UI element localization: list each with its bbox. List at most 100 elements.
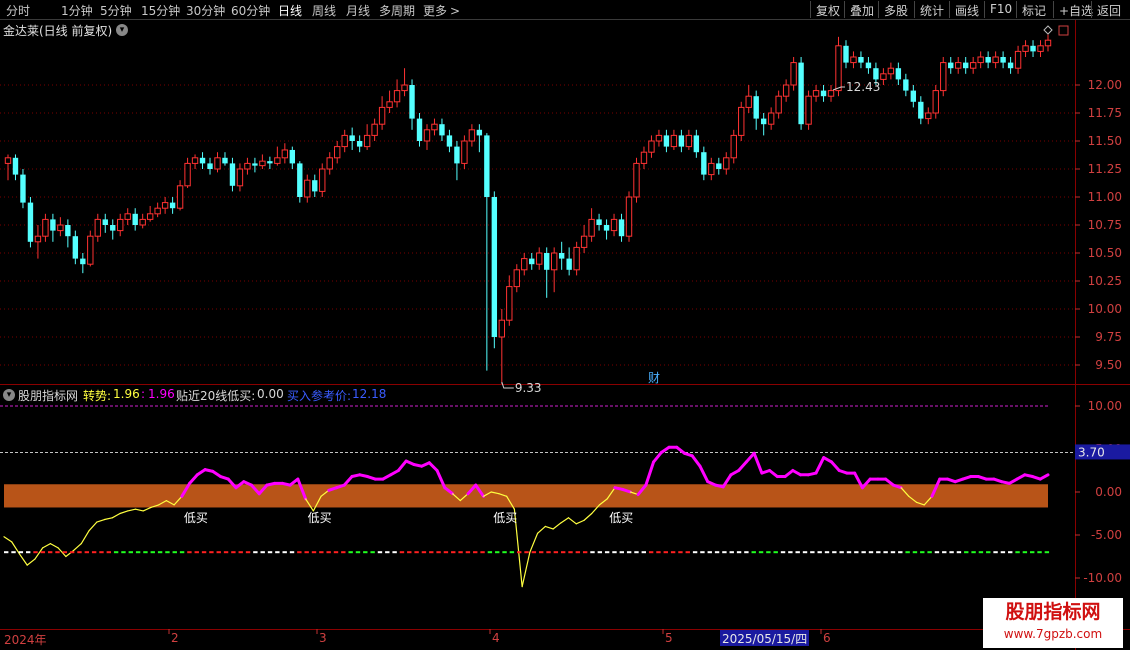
candle-body-up <box>932 90 939 114</box>
chevron-down-icon[interactable]: ▾ <box>116 24 128 36</box>
stats-button[interactable]: 统计 <box>914 1 948 18</box>
trend-line-down-segment <box>88 521 98 532</box>
candle-body-down <box>701 152 707 175</box>
candle-body-down <box>948 62 954 69</box>
trend-label: 转势: <box>83 389 112 403</box>
trend-line-down-segment <box>529 532 539 553</box>
candle-body-down <box>963 62 969 69</box>
mark-button[interactable]: 标记 <box>1016 1 1050 18</box>
candle-body-up <box>550 252 558 271</box>
trend-line-up-segment <box>814 456 826 475</box>
trend-line-down-segment <box>119 510 129 515</box>
candle-body-up <box>154 207 161 215</box>
f10-button[interactable]: F10 <box>984 1 1016 18</box>
candle-body-down <box>484 135 490 197</box>
candle-body-down <box>491 197 498 337</box>
period-tab-more[interactable]: 更多 > <box>423 2 460 19</box>
date-label-month-6: 6 <box>823 631 831 645</box>
candle-body-down <box>1007 62 1014 69</box>
candle-body-up <box>214 157 221 170</box>
trend-line-down-segment <box>111 512 121 519</box>
candle-body-down <box>20 174 26 203</box>
candle-body-up <box>371 123 378 136</box>
price-axis-label: 11.50 <box>1088 134 1122 148</box>
period-toolbar: 分时 1分钟 5分钟 15分钟 30分钟 60分钟 日线 周线 月线 多周期 更… <box>0 0 1130 20</box>
trend-line-down-segment <box>552 522 562 530</box>
candle-body-down <box>566 258 572 270</box>
chevron-down-icon[interactable]: ▾ <box>3 389 15 401</box>
trend-line-down-segment <box>96 518 106 523</box>
multi-stock-button[interactable]: 多股 <box>878 1 912 18</box>
period-tab-weekly[interactable]: 周线 <box>312 2 336 19</box>
trend-line-down-segment <box>34 547 44 560</box>
trend-line-up-segment <box>427 461 439 472</box>
candle-body-up <box>146 213 154 220</box>
trend-line-up-segment <box>698 464 710 484</box>
watermark-url: www.7gpzb.com <box>1003 627 1103 641</box>
date-label-year: 2024年 <box>4 633 47 647</box>
candle-body-up <box>461 140 468 164</box>
candle-body-down <box>716 163 722 169</box>
candle-body-down <box>618 219 625 237</box>
candle-body-down <box>693 135 700 153</box>
candle-body-up <box>42 218 49 237</box>
candle-body-up <box>738 106 745 136</box>
candle-body-up <box>236 168 244 187</box>
low-buy-signal: 低买 <box>184 511 208 525</box>
date-label-month-4: 4 <box>492 631 500 645</box>
period-tab-daily[interactable]: 日线 <box>278 2 302 19</box>
candle-body-down <box>760 118 767 125</box>
candle-body-down <box>312 180 318 192</box>
trend-line-up-segment <box>752 451 764 475</box>
indicator-axis-label: 10.00 <box>1088 399 1122 413</box>
candle-body-up <box>334 146 341 159</box>
candle-body-down <box>663 135 670 147</box>
trend-value-2: 1.96 <box>148 387 175 401</box>
high-price-label: 12.43 <box>846 80 880 94</box>
price-axis-label: 10.00 <box>1088 302 1122 316</box>
candle-body-up <box>850 56 857 64</box>
low-arrow <box>501 381 514 389</box>
period-tab-60min[interactable]: 60分钟 <box>231 2 270 19</box>
candle-body-down <box>1030 45 1036 52</box>
trend-line-down-segment <box>142 506 152 512</box>
candle-body-down <box>858 57 864 63</box>
candle-body-up <box>812 90 820 97</box>
diamond-icon <box>1043 25 1053 35</box>
low-buy-signal: 低买 <box>308 511 332 525</box>
candle-body-down <box>558 253 565 259</box>
candle-body-up <box>184 162 191 187</box>
candle-body-down <box>446 135 453 147</box>
adjust-button[interactable]: 复权 <box>810 1 844 18</box>
trend-line-down-segment <box>575 519 585 525</box>
candle-body-up <box>790 62 797 86</box>
candle-body-up <box>723 157 730 170</box>
period-tab-15min[interactable]: 15分钟 <box>141 2 180 19</box>
candle-body-up <box>57 224 64 232</box>
candle-body-up <box>274 157 281 164</box>
period-tab-monthly[interactable]: 月线 <box>346 2 370 19</box>
stock-title: 金达莱(日线 前复权) <box>3 24 113 38</box>
overlay-button[interactable]: 叠加 <box>844 1 878 18</box>
candle-body-down <box>596 219 602 225</box>
period-tab-1min[interactable]: 1分钟 <box>61 2 93 19</box>
indicator-axis-label: -10.00 <box>1083 571 1122 585</box>
period-tab-30min[interactable]: 30分钟 <box>186 2 225 19</box>
candle-body-up <box>393 90 401 103</box>
candle-body-up <box>1014 50 1022 69</box>
candle-body-up <box>827 90 835 97</box>
candle-body-up <box>259 160 266 167</box>
low-price-label: 9.33 <box>515 381 542 395</box>
trend-line-down-segment <box>560 517 570 524</box>
candle-body-up <box>670 134 678 148</box>
candle-body-up <box>992 56 999 64</box>
period-tab-5min[interactable]: 5分钟 <box>100 2 132 19</box>
period-tab-multi[interactable]: 多周期 <box>379 2 415 19</box>
kline-chart[interactable]: 12.00 11.75 11.50 11.25 11.00 10.75 10.50 10.25… <box>0 20 1130 650</box>
candle-body-down <box>72 236 79 259</box>
candle-body-up <box>378 106 386 125</box>
buy-ref-label: 买入参考价: <box>287 389 352 403</box>
draw-line-button[interactable]: 画线 <box>949 1 983 18</box>
period-tab-intraday[interactable]: 分时 <box>6 2 30 19</box>
back-button[interactable]: 返回 <box>1091 1 1125 18</box>
